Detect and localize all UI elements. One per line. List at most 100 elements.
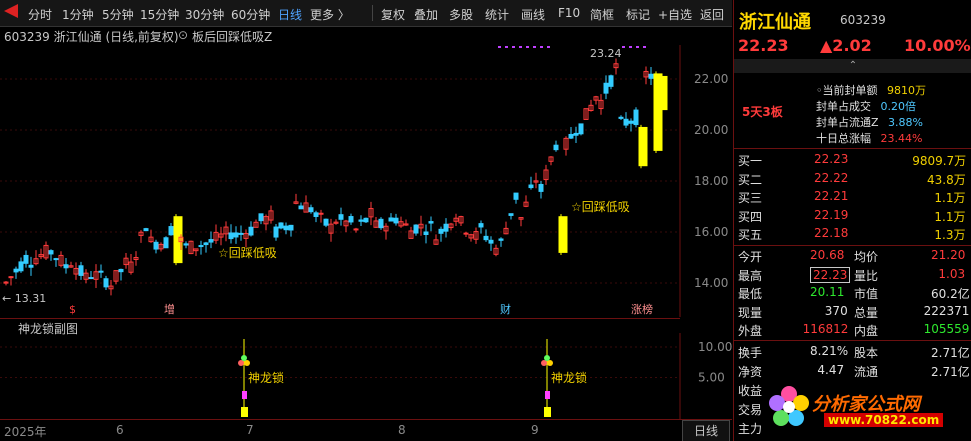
candle-body	[153, 241, 159, 250]
sub-indicator-chart[interactable]: 10.00 5.00 神龙锁 神龙锁	[0, 333, 732, 419]
candle-body	[198, 245, 204, 248]
limit-up-candle	[638, 126, 648, 167]
stat-label: 内盘	[854, 324, 879, 338]
signal-ball-icon	[541, 360, 547, 366]
bid-volume: 1.1万	[934, 209, 966, 224]
signal-dot	[519, 46, 522, 48]
tab-5min[interactable]: 5分钟	[102, 6, 134, 23]
stat-row: 外盘 116812 内盘 105559	[734, 322, 971, 338]
stat-value: 4.47	[817, 363, 845, 377]
bid-volume: 1.1万	[934, 191, 966, 205]
stat-label: 主力	[738, 422, 763, 436]
stat-label: 市值	[854, 287, 879, 301]
candle-body	[483, 235, 489, 241]
candle-body	[478, 223, 484, 228]
stat-row: 现量 370 总量 222371	[734, 304, 971, 320]
multi-stock-button[interactable]: 多股	[449, 6, 473, 23]
tab-60min[interactable]: 60分钟	[231, 6, 270, 23]
signal-dot	[547, 46, 550, 48]
candle-body	[498, 238, 504, 241]
signal-dot	[498, 46, 501, 48]
quote-row: 22.23 ▲2.02 10.00%	[734, 36, 971, 56]
event-marker-finance[interactable]: 财	[500, 302, 511, 316]
candle-body	[283, 225, 289, 231]
indicator-name[interactable]: 板后回踩低吸Z	[192, 28, 272, 45]
f10-button[interactable]: F10	[558, 6, 580, 20]
candle-body	[8, 276, 14, 279]
candle-body	[348, 216, 354, 223]
candle-body	[648, 73, 654, 79]
event-marker-limit-list[interactable]: 涨榜	[631, 302, 653, 316]
return-button[interactable]: 返回	[700, 6, 724, 23]
draw-button[interactable]: 画线	[521, 6, 545, 23]
candle-body	[508, 213, 514, 216]
stat-label: 均价	[854, 250, 879, 264]
tab-daily[interactable]: 日线	[278, 6, 302, 23]
toolbar-divider	[372, 5, 373, 21]
candlestick-chart[interactable]: 22.00 20.00 18.00 16.00 14.00 23.24 ← 13.31 ☆回…	[0, 45, 732, 317]
indicator-toggle-icon[interactable]: ⊙	[178, 28, 188, 42]
stat-value: 370	[824, 303, 848, 318]
period-tab-daily[interactable]: 日线	[682, 420, 730, 441]
bid-row: 买四 22.19 1.1万	[734, 208, 971, 224]
back-arrow-icon[interactable]	[4, 4, 18, 18]
bid-price: 22.19	[814, 207, 849, 222]
collapse-toggle[interactable]: ⌃	[734, 59, 971, 73]
stats-button[interactable]: 统计	[485, 6, 509, 23]
tab-30min[interactable]: 30分钟	[185, 6, 224, 23]
seal-vs-turnover-row: 封单占成交 0.20倍	[816, 100, 916, 113]
pullback-buy-annotation: ☆回踩低吸	[571, 200, 630, 214]
candle-body	[618, 116, 624, 119]
signal-dot	[622, 46, 625, 48]
quote-panel: 浙江仙通 603239 22.23 ▲2.02 10.00% ⌃ ◦当前封单额 …	[733, 0, 971, 441]
candle-body	[183, 243, 189, 246]
adjust-button[interactable]: 复权	[381, 6, 405, 23]
candle-body	[48, 250, 54, 255]
dragon-lock-label: 神龙锁	[551, 370, 587, 385]
stat-label: 最低	[738, 287, 763, 301]
tab-15min[interactable]: 15分钟	[140, 6, 179, 23]
signal-ball-icon	[244, 360, 250, 366]
candle-body	[388, 217, 394, 222]
signal-dot	[636, 46, 639, 48]
tab-more[interactable]: 更多 〉	[310, 6, 350, 23]
date-label-aug: 8	[398, 423, 406, 437]
bid-label: 买一	[738, 154, 763, 168]
candle-body	[203, 242, 209, 246]
limit-up-candle	[558, 216, 568, 253]
bid-row: 买二 22.22 43.8万	[734, 171, 971, 187]
sub-axis-label: 5.00	[698, 371, 725, 385]
candle-body	[633, 109, 639, 126]
signal-dot	[540, 46, 543, 48]
divider	[734, 340, 971, 341]
simple-frame-button[interactable]: 简框	[590, 6, 614, 23]
pullback-buy-annotation: ☆回踩低吸	[218, 246, 277, 260]
candle-body	[443, 223, 449, 232]
chart-title: 603239 浙江仙通 (日线,前复权)	[4, 30, 179, 44]
candle-body	[273, 226, 279, 238]
event-marker-dividend[interactable]: $	[69, 303, 76, 316]
candle-body	[413, 224, 419, 234]
candle-body	[168, 226, 174, 236]
candle-body	[363, 217, 369, 223]
signal-ball-icon	[241, 355, 247, 361]
bid-volume: 9809.7万	[912, 154, 967, 168]
overlay-button[interactable]: 叠加	[414, 6, 438, 23]
bid-price: 22.22	[814, 170, 849, 185]
bid-row: 买五 22.18 1.3万	[734, 226, 971, 242]
limit-up-candle	[658, 75, 668, 111]
stat-label: 股本	[854, 346, 879, 360]
low-price-label: ← 13.31	[2, 292, 46, 305]
candle-body	[463, 232, 469, 235]
tab-1min[interactable]: 1分钟	[62, 6, 94, 23]
stat-row: 最低 20.11 市值 60.2亿	[734, 285, 971, 301]
event-marker-increase[interactable]: 增	[164, 302, 175, 316]
mark-button[interactable]: 标记	[626, 6, 650, 23]
seal-amount-row: ◦当前封单额 9810万	[816, 84, 926, 97]
tab-intraday[interactable]: 分时	[28, 6, 52, 23]
candle-body	[288, 224, 294, 231]
candle-body	[358, 219, 364, 222]
add-watchlist-button[interactable]: +自选	[658, 6, 692, 23]
candle-body	[338, 214, 344, 220]
date-label-jun: 6	[116, 423, 124, 437]
